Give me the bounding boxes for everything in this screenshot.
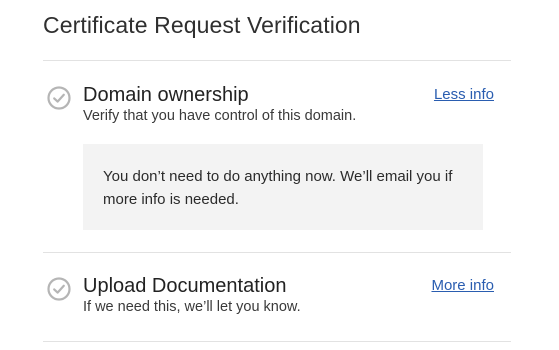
- check-circle-icon: [47, 277, 71, 301]
- divider: [43, 341, 511, 342]
- step-domain-ownership: Domain ownership Verify that you have co…: [43, 82, 511, 124]
- check-circle-icon: [47, 86, 71, 110]
- less-info-link[interactable]: Less info: [434, 85, 494, 105]
- more-info-link[interactable]: More info: [431, 276, 494, 296]
- page-title: Certificate Request Verification: [43, 12, 361, 38]
- step-upload-documentation: Upload Documentation If we need this, we…: [43, 273, 511, 315]
- divider: [43, 252, 511, 253]
- certificate-verification-page: Certificate Request Verification Domain …: [0, 0, 559, 350]
- step-subtitle: Verify that you have control of this dom…: [83, 108, 357, 124]
- step-title: Domain ownership: [83, 84, 249, 106]
- step-subtitle: If we need this, we’ll let you know.: [83, 299, 301, 315]
- step-title: Upload Documentation: [83, 275, 287, 297]
- divider: [43, 60, 511, 61]
- info-details-box: You don’t need to do anything now. We’ll…: [83, 144, 483, 230]
